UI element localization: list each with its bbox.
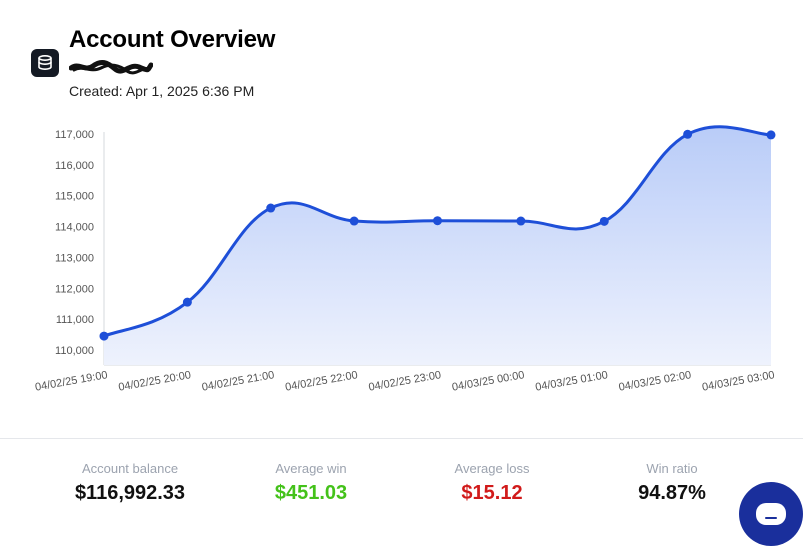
stat-win-ratio: Win ratio 94.87% [587, 461, 757, 505]
x-tick-label: 04/02/25 21:00 [201, 369, 275, 394]
x-tick-label: 04/03/25 01:00 [534, 369, 608, 394]
y-tick-label: 115,000 [55, 191, 94, 203]
stat-value: $116,992.33 [74, 482, 186, 504]
data-point [766, 130, 776, 140]
account-overview-card: Account Overview Created: Apr 1, 2025 6:… [0, 0, 803, 546]
data-point [516, 216, 526, 226]
created-timestamp: Created: Apr 1, 2025 6:36 PM [69, 83, 255, 99]
stat-label: Average loss [454, 461, 530, 476]
y-tick-label: 110,000 [55, 345, 94, 357]
stats-row: Account balance $116,992.33 Average win … [0, 439, 803, 546]
x-tick-label: 04/02/25 22:00 [284, 369, 358, 394]
y-tick-label: 112,000 [55, 283, 94, 295]
data-point [349, 216, 359, 226]
database-icon [31, 49, 59, 77]
x-tick-labels: 04/02/25 19:00 04/02/25 20:00 04/02/25 21:… [34, 369, 775, 394]
redacted-account-id [69, 59, 153, 75]
x-tick-label: 04/02/25 23:00 [368, 369, 442, 394]
y-tick-labels: 110,000 111,000 112,000 113,000 114,000 115,0… [55, 129, 94, 357]
y-tick-label: 111,000 [56, 314, 94, 326]
stat-account-balance: Account balance $116,992.33 [45, 461, 215, 505]
stat-average-loss: Average loss $15.12 [407, 461, 577, 505]
data-point [182, 297, 192, 307]
x-tick-label: 04/03/25 00:00 [451, 369, 525, 394]
stat-value: $15.12 [461, 482, 523, 504]
page-title: Account Overview [69, 26, 276, 53]
data-point [433, 216, 442, 226]
stat-value: $451.03 [274, 482, 348, 504]
chat-button[interactable] [739, 482, 803, 546]
x-tick-label: 04/03/25 03:00 [701, 369, 775, 394]
stat-label: Average win [275, 461, 347, 476]
y-tick-label: 116,000 [55, 160, 94, 172]
data-point [599, 216, 609, 226]
data-point [266, 203, 276, 213]
y-tick-label: 114,000 [55, 222, 94, 234]
stat-average-win: Average win $451.03 [226, 461, 396, 505]
chat-bubble-icon [756, 503, 786, 525]
y-tick-label: 117,000 [55, 129, 94, 141]
data-point [99, 331, 109, 341]
data-point [683, 129, 693, 139]
x-tick-label: 04/03/25 02:00 [618, 369, 692, 394]
x-tick-label: 04/02/25 20:00 [118, 369, 192, 394]
balance-chart: 110,000 111,000 112,000 113,000 114,000 115,0… [34, 125, 776, 394]
stat-label: Win ratio [646, 461, 698, 476]
header: Account Overview Created: Apr 1, 2025 6:… [0, 0, 803, 110]
stat-value: 94.87% [638, 482, 706, 504]
y-tick-label: 113,000 [55, 252, 94, 264]
stat-label: Account balance [81, 461, 179, 476]
area-fill [104, 126, 771, 366]
x-tick-label: 04/02/25 19:00 [34, 369, 108, 394]
